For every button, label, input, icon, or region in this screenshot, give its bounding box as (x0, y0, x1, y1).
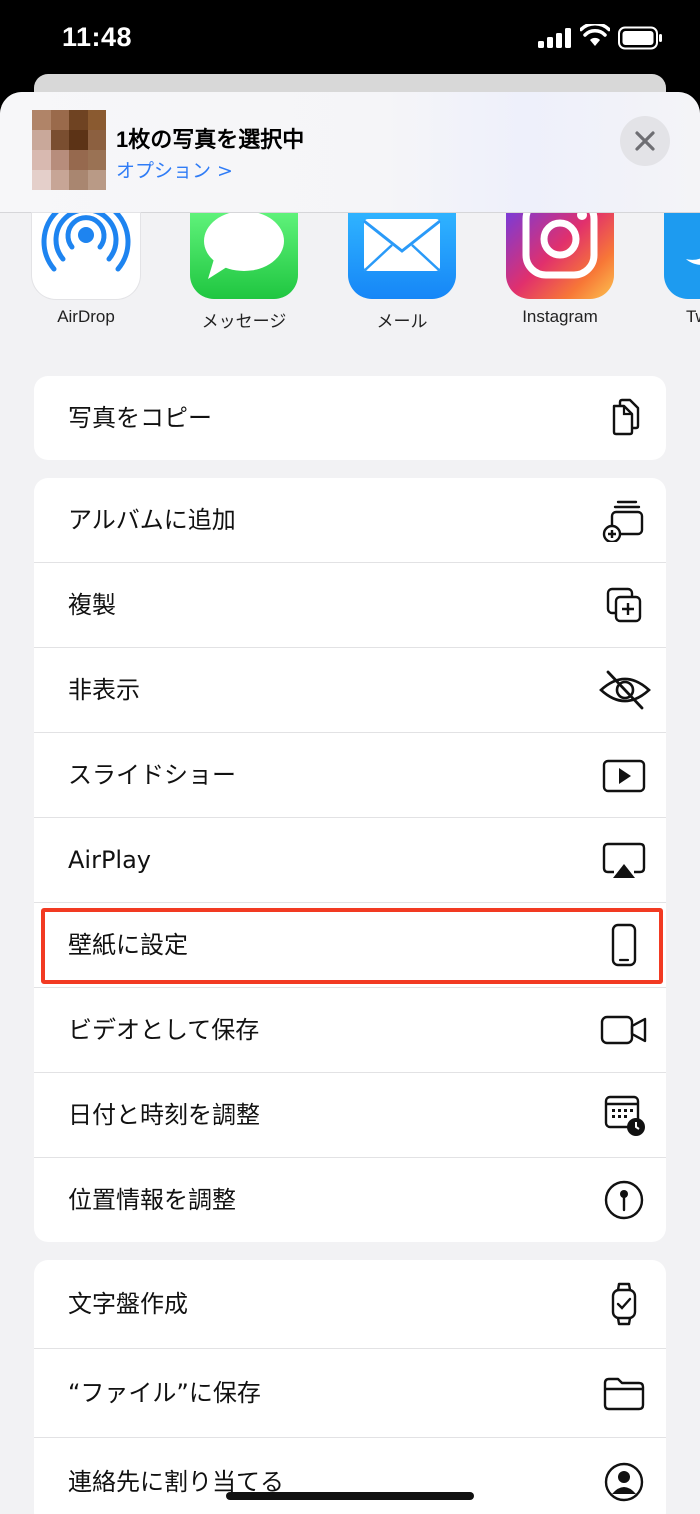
app-label: Instagram (522, 307, 598, 326)
airdrop-icon (32, 213, 140, 299)
action-label: 位置情報を調整 (68, 1186, 236, 1214)
action-label: 日付と時刻を調整 (68, 1101, 260, 1129)
copy-icon (612, 398, 640, 436)
eye-slash-icon (599, 670, 651, 710)
home-indicator (226, 1492, 474, 1500)
twitter-icon (664, 213, 700, 299)
action-adjust-location[interactable]: 位置情報を調整 (34, 1158, 666, 1242)
sheet-title: 1枚の写真を選択中 (116, 127, 305, 152)
play-icon (602, 759, 646, 793)
wifi-icon (580, 24, 610, 46)
airplay-icon (602, 842, 646, 878)
action-airplay[interactable]: AirPlay (34, 818, 666, 903)
action-group-more: 文字盤作成 “ファイル”に保存 連絡先に割り当てる (34, 1260, 666, 1514)
action-save-as-video[interactable]: ビデオとして保存 (34, 988, 666, 1073)
action-copy-photo[interactable]: 写真をコピー (34, 376, 666, 460)
messages-icon (190, 213, 298, 299)
action-label: 非表示 (68, 676, 140, 704)
action-save-to-files[interactable]: “ファイル”に保存 (34, 1349, 666, 1438)
action-group-copy: 写真をコピー (34, 376, 666, 460)
action-duplicate[interactable]: 複製 (34, 563, 666, 648)
battery-icon (618, 26, 662, 50)
app-label: メッセージ (201, 312, 287, 331)
share-sheet: 1枚の写真を選択中 オプション > AirDrop メッセージ メール Inst… (0, 92, 700, 1514)
folder-icon (603, 1377, 645, 1411)
close-icon (635, 131, 655, 151)
instagram-icon (506, 213, 614, 299)
action-slideshow[interactable]: スライドショー (34, 733, 666, 818)
action-label: 複製 (68, 591, 116, 619)
photo-thumbnail (32, 110, 106, 190)
action-label: アルバムに追加 (68, 506, 236, 534)
action-create-watch-face[interactable]: 文字盤作成 (34, 1260, 666, 1349)
action-hide[interactable]: 非表示 (34, 648, 666, 733)
status-bar: 11:48 (0, 0, 700, 80)
action-assign-to-contact[interactable]: 連絡先に割り当てる (34, 1438, 666, 1514)
app-label: AirDrop (57, 307, 115, 326)
action-label: 写真をコピー (68, 404, 212, 432)
share-sheet-header: 1枚の写真を選択中 オプション > (0, 92, 700, 213)
action-label: スライドショー (68, 761, 236, 789)
action-label: AirPlay (68, 846, 152, 874)
action-label: 連絡先に割り当てる (68, 1468, 284, 1496)
highlight-box (41, 908, 663, 984)
action-label: “ファイル”に保存 (68, 1379, 261, 1407)
cellular-signal-icon (538, 28, 571, 48)
contact-icon (604, 1462, 644, 1502)
action-group-main: アルバムに追加 複製 非表示 スライドショー AirPlay 壁紙に設定 ビデオ… (34, 478, 666, 1242)
location-pin-icon (604, 1180, 644, 1220)
status-time: 11:48 (62, 22, 133, 52)
duplicate-icon (606, 587, 642, 623)
action-label: 文字盤作成 (68, 1290, 188, 1318)
app-label: Tw (686, 307, 700, 326)
calendar-clock-icon (604, 1095, 645, 1136)
video-icon (600, 1015, 647, 1045)
close-button[interactable] (620, 116, 670, 166)
app-label: メール (376, 312, 428, 331)
action-adjust-date-time[interactable]: 日付と時刻を調整 (34, 1073, 666, 1158)
add-album-icon (602, 500, 644, 542)
mail-icon (348, 213, 456, 299)
share-apps-row: AirDrop メッセージ メール Instagram T (0, 213, 700, 353)
action-add-to-album[interactable]: アルバムに追加 (34, 478, 666, 563)
action-label: ビデオとして保存 (68, 1016, 260, 1044)
options-link[interactable]: オプション > (116, 156, 233, 183)
watch-icon (611, 1282, 637, 1326)
